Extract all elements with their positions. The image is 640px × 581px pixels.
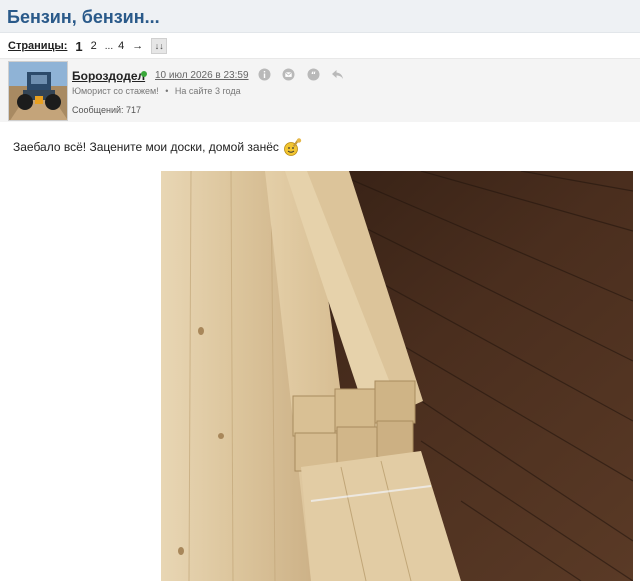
post-text: Заебало всё! Зацените мои доски, домой з… [13, 140, 279, 154]
post-body-text: Заебало всё! Зацените мои доски, домой з… [13, 137, 303, 157]
author-username[interactable]: Бороздодел [72, 69, 145, 83]
svg-text:“: “ [311, 71, 316, 80]
avatar-tractor-image [9, 62, 67, 120]
page-2[interactable]: 2 [91, 40, 97, 52]
smiley-icon [283, 137, 303, 157]
pagination: Страницы: 1 2 ... 4 → ↓↓ [8, 38, 168, 54]
user-rank: Юморист со стажем! [72, 86, 159, 96]
boards-photo-drawing [161, 171, 633, 581]
rank-separator: • [165, 86, 169, 96]
next-page-arrow-icon[interactable]: → [132, 40, 143, 52]
page-1[interactable]: 1 [75, 39, 82, 54]
mail-icon[interactable] [282, 68, 295, 81]
avatar[interactable] [8, 61, 68, 121]
post-header: Бороздодел 10 июл 2026 в 23:59 “ Юморист… [0, 58, 640, 122]
info-icon[interactable] [258, 68, 271, 81]
post-photo-boards[interactable] [161, 171, 633, 581]
topic-header: Бензин, бензин... [0, 0, 640, 33]
user-rank-line: Юморист со стажем! • На сайте 3 года [72, 86, 241, 96]
page-ellipsis: ... [104, 40, 114, 52]
post-date[interactable]: 10 июл 2026 в 23:59 [155, 70, 249, 81]
member-since: На сайте 3 года [174, 86, 241, 96]
jump-to-bottom-button[interactable]: ↓↓ [151, 38, 168, 54]
post-count: Сообщений: 717 [72, 105, 142, 115]
reply-icon[interactable] [331, 68, 344, 81]
topic-title: Бензин, бензин... [7, 7, 160, 27]
page-4[interactable]: 4 [118, 40, 124, 52]
quote-icon[interactable]: “ [307, 68, 320, 81]
pages-label: Страницы: [8, 40, 68, 52]
online-status-dot [141, 71, 147, 77]
